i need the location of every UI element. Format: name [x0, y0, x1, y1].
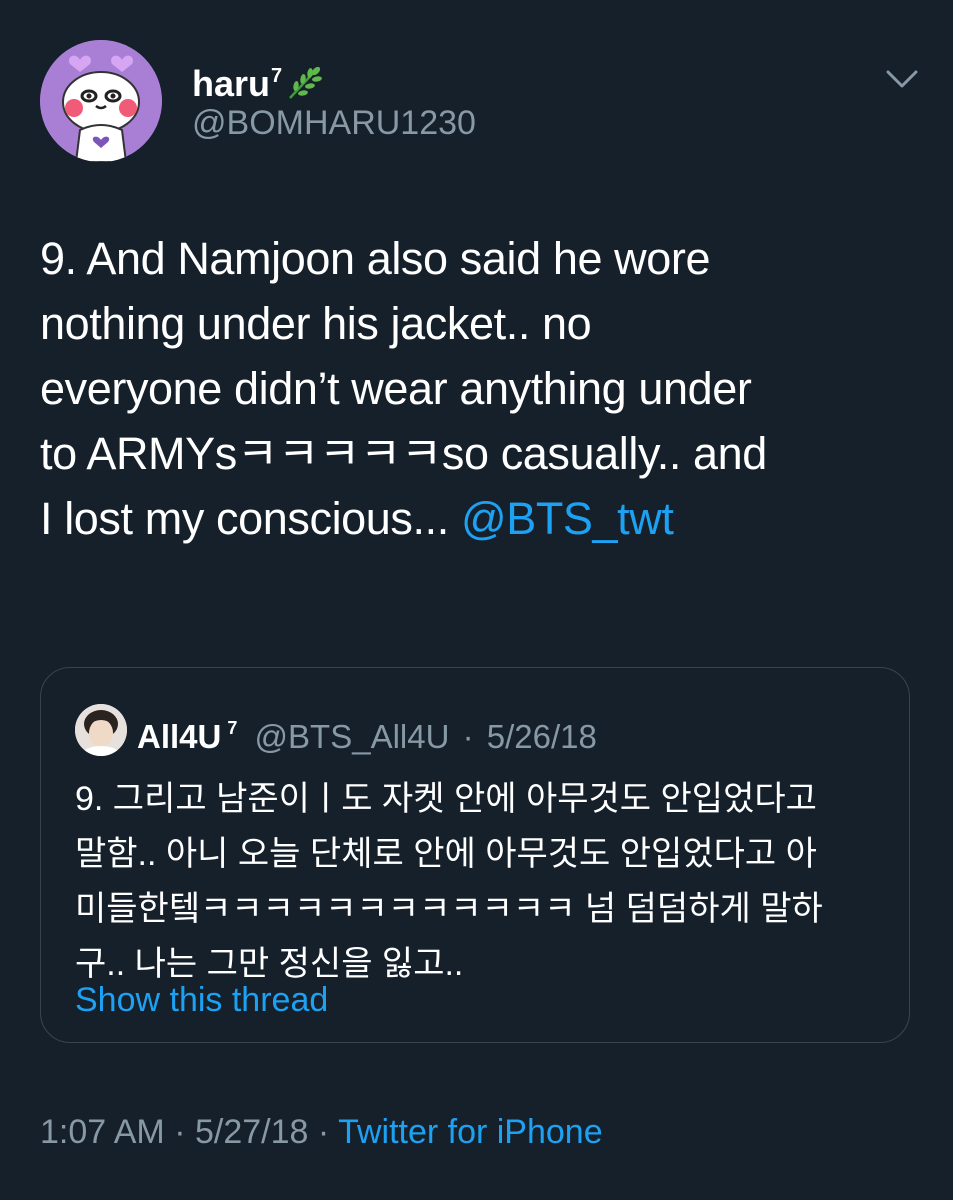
- quoted-text: 9. 그리고 남준이ㅣ도 자켓 안에 아무것도 안입었다고 말함.. 아니 오늘…: [75, 772, 885, 992]
- tweet-text-line: I lost my conscious... @BTS_twt: [40, 486, 920, 551]
- tweet-source-link[interactable]: Twitter for iPhone: [338, 1113, 603, 1151]
- quoted-separator: ·: [462, 718, 474, 755]
- tweet-text-line: nothing under his jacket.. no: [40, 298, 592, 349]
- quoted-tweet[interactable]: All4U 7 @BTS_All4U · 5/26/18 9. 그리고 남준이ㅣ도…: [40, 667, 910, 1043]
- footer-separator: ·: [174, 1113, 186, 1151]
- quoted-text-line: 말함.. 아니 오늘 단체로 안에 아무것도 안입었다고 아: [75, 835, 817, 873]
- author-handle[interactable]: @BOMHARU1230: [192, 103, 476, 143]
- chevron-down-icon[interactable]: [880, 62, 924, 96]
- quoted-header: All4U 7 @BTS_All4U · 5/26/18: [137, 706, 597, 759]
- show-thread-link[interactable]: Show this thread: [75, 978, 328, 1022]
- tweet-text-line: 9. And Namjoon also said he wore: [40, 233, 711, 284]
- quoted-author-name-superscript: 7: [227, 718, 238, 738]
- footer-separator: ·: [317, 1113, 330, 1151]
- quoted-text-line: 미들한텤ㅋㅋㅋㅋㅋㅋㅋㅋㅋㅋㅋㅋ 넘 덤덤하게 말하: [75, 890, 823, 928]
- tweet-text-last: I lost my conscious...: [40, 493, 461, 544]
- tweet-time[interactable]: 1:07 AM: [40, 1113, 165, 1151]
- author-avatar[interactable]: [40, 40, 162, 162]
- author-name-superscript: 7: [271, 65, 283, 87]
- tweet-footer: 1:07 AM · 5/27/18 · Twitter for iPhone: [40, 1110, 603, 1154]
- tweet-text-line: everyone didn’t wear anything under: [40, 363, 752, 414]
- quoted-author-handle: @BTS_All4U: [254, 718, 450, 755]
- quoted-text-line: 9. 그리고 남준이ㅣ도 자켓 안에 아무것도 안입었다고: [75, 780, 817, 818]
- author-display-name[interactable]: haru7: [192, 54, 326, 110]
- tweet-date[interactable]: 5/27/18: [195, 1113, 308, 1151]
- tweet-text: 9. And Namjoon also said he wore nothing…: [40, 226, 920, 551]
- quoted-author-avatar[interactable]: [75, 704, 127, 756]
- author-name-text: haru: [192, 63, 271, 104]
- mention-link[interactable]: @BTS_twt: [461, 493, 674, 544]
- quoted-author-name[interactable]: All4U 7: [137, 718, 237, 755]
- quoted-date: 5/26/18: [486, 718, 597, 755]
- tweet-text-line: to ARMYsㅋㅋㅋㅋㅋso casually.. and: [40, 428, 767, 479]
- tweet: haru7 @BOMHARU1230 9. And Namjoon also s…: [0, 0, 953, 1200]
- quoted-author-name-text: All4U: [137, 718, 222, 755]
